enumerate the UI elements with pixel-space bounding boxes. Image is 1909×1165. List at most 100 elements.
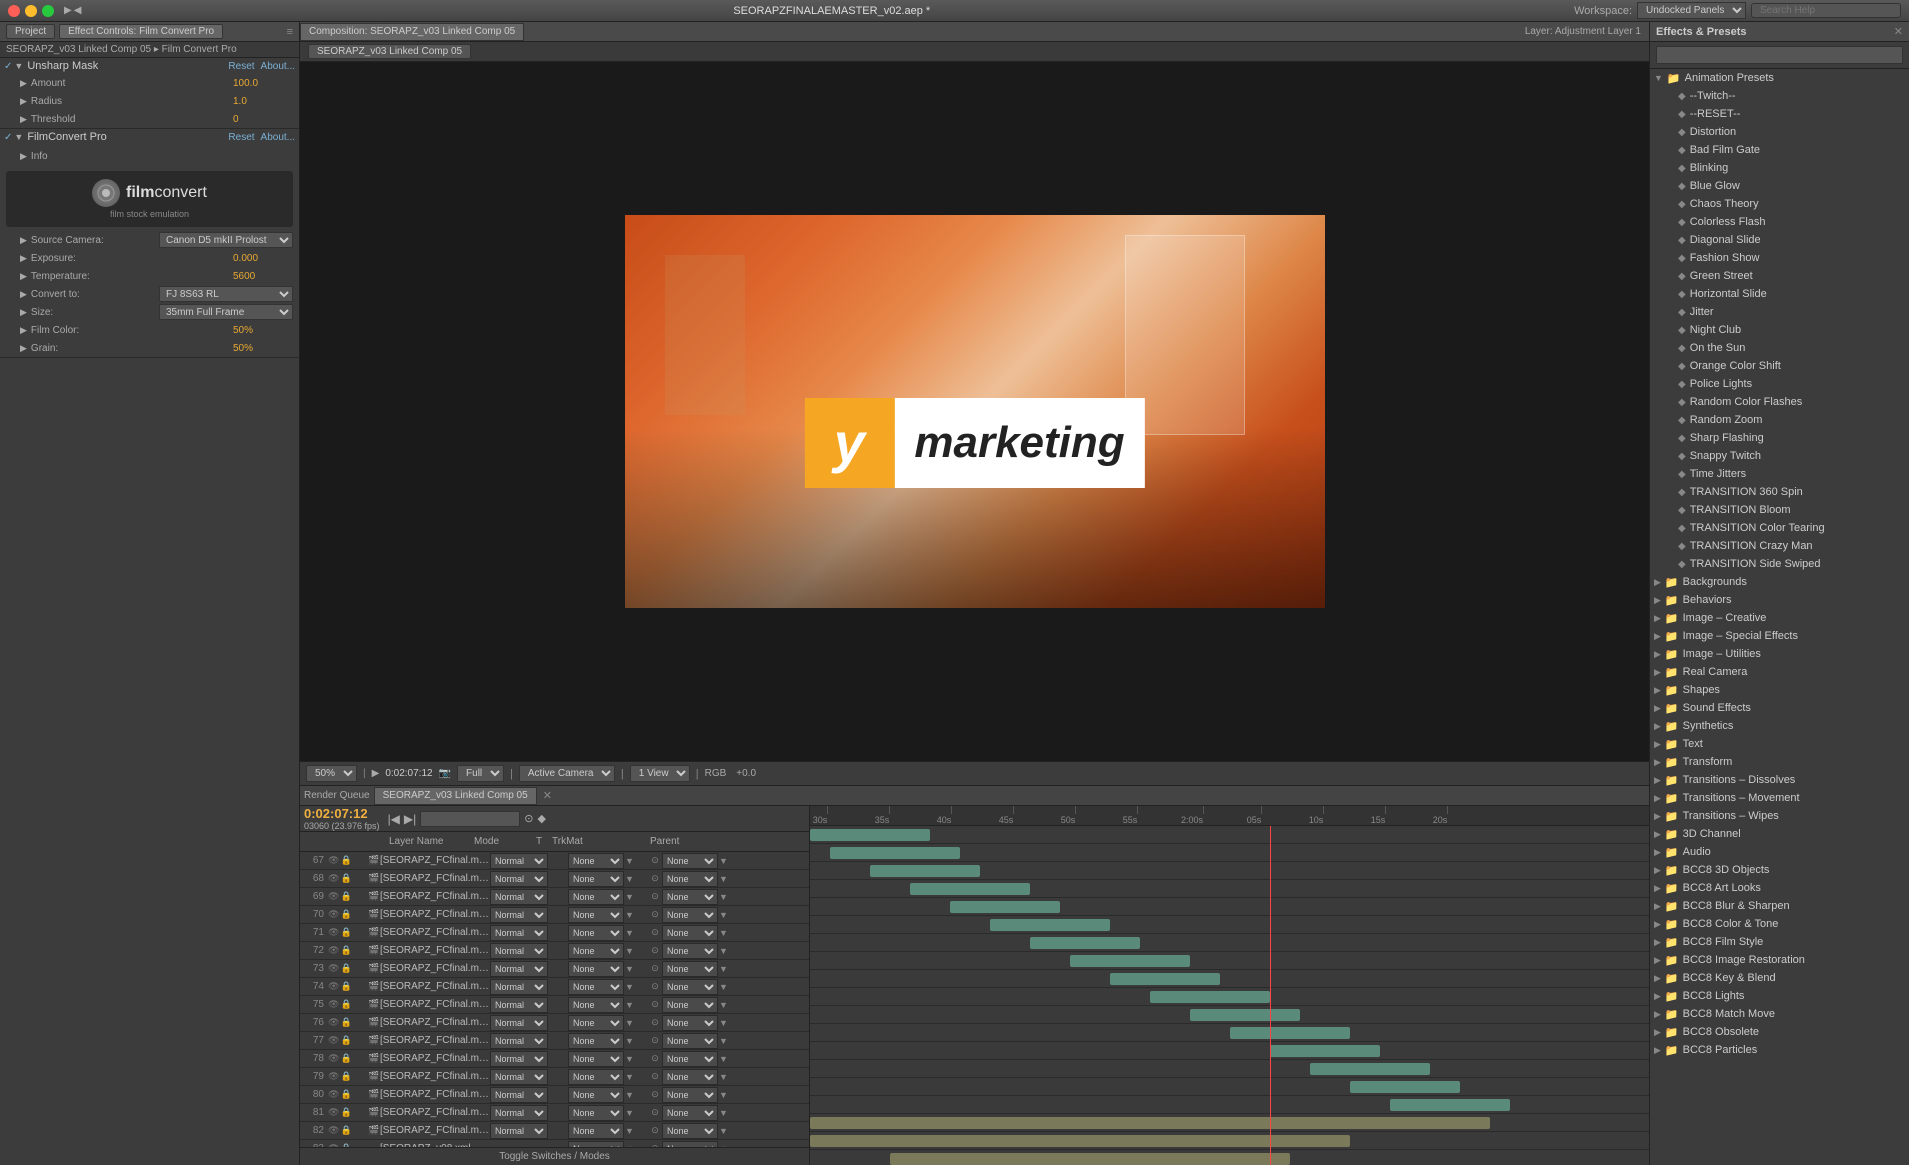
timeline-bar[interactable] [1070, 955, 1190, 967]
layer-visibility-icon[interactable]: 👁 [328, 1125, 339, 1136]
ep-folder-header[interactable]: ▶ 📁 BCC8 Blur & Sharpen [1650, 897, 1909, 915]
layer-visibility-icon[interactable]: 👁 [328, 1017, 339, 1028]
layer-lock-icon[interactable]: 🔒 [340, 855, 351, 866]
ep-item[interactable]: ◆ Jitter [1650, 303, 1909, 321]
trikmat-select[interactable]: None [568, 1087, 624, 1103]
timeline-bar[interactable] [1270, 1045, 1380, 1057]
tl-marker-button[interactable]: ◆ [538, 812, 546, 825]
timeline-bar[interactable] [810, 1117, 1490, 1129]
ep-folder-header[interactable]: ▶ 📁 Sound Effects [1650, 699, 1909, 717]
trikmat-select[interactable]: None [568, 1015, 624, 1031]
layer-visibility-icon[interactable]: 👁 [328, 945, 339, 956]
parent-select[interactable]: None [662, 1033, 718, 1049]
layer-visibility-icon[interactable]: 👁 [328, 999, 339, 1010]
parent-select[interactable]: None [662, 961, 718, 977]
layer-lock-icon[interactable]: 🔒 [340, 909, 351, 920]
timeline-bar[interactable] [1110, 973, 1220, 985]
timeline-bar[interactable] [1190, 1009, 1300, 1021]
tab-project[interactable]: Project [6, 24, 55, 39]
layer-visibility-icon[interactable]: 👁 [328, 963, 339, 974]
bar-row[interactable] [810, 844, 1649, 862]
trikmat-select[interactable]: None [568, 943, 624, 959]
mode-select[interactable]: Normal [490, 1015, 548, 1031]
timeline-bar[interactable] [1390, 1099, 1510, 1111]
ep-folder-header[interactable]: ▶ 📁 Backgrounds [1650, 573, 1909, 591]
trikmat-select[interactable]: None [568, 979, 624, 995]
parent-select[interactable]: None [662, 1087, 718, 1103]
trikmat-select[interactable]: None [568, 1123, 624, 1139]
trikmat-select[interactable]: None [568, 1105, 624, 1121]
tl-playhead[interactable] [1270, 826, 1271, 1165]
trikmat-select[interactable]: None [568, 925, 624, 941]
bar-row[interactable] [810, 970, 1649, 988]
layer-lock-icon[interactable]: 🔒 [340, 927, 351, 938]
ep-folder-header[interactable]: ▶ 📁 Behaviors [1650, 591, 1909, 609]
layer-lock-icon[interactable]: 🔒 [340, 1017, 351, 1028]
table-row[interactable]: 83 👁 🔒 ♪ [SEORAPZ_v08.xml_mixdown.wav] N… [300, 1140, 809, 1147]
layer-lock-icon[interactable]: 🔒 [340, 981, 351, 992]
about-unsharp-button[interactable]: About... [261, 61, 295, 72]
size-select[interactable]: 35mm Full Frame [159, 304, 293, 320]
ep-folder-header[interactable]: ▶ 📁 BCC8 Color & Tone [1650, 915, 1909, 933]
trikmat-select[interactable]: None [568, 1051, 624, 1067]
layer-visibility-icon[interactable]: 👁 [328, 1035, 339, 1046]
timeline-bar[interactable] [990, 919, 1110, 931]
ep-item[interactable]: ◆ Police Lights [1650, 375, 1909, 393]
tl-next-frame-button[interactable]: ▶| [404, 812, 416, 826]
ep-item[interactable]: ◆ Distortion [1650, 123, 1909, 141]
ep-folder-header[interactable]: ▶ 📁 Synthetics [1650, 717, 1909, 735]
mode-select[interactable]: Normal [490, 961, 548, 977]
ep-item[interactable]: ◆ TRANSITION 360 Spin [1650, 483, 1909, 501]
trikmat-select[interactable]: None [568, 1033, 624, 1049]
bar-row[interactable] [810, 1024, 1649, 1042]
layer-visibility-icon[interactable]: 👁 [328, 891, 339, 902]
layer-visibility-icon[interactable]: 👁 [328, 1053, 339, 1064]
mode-select[interactable]: Normal [490, 853, 548, 869]
tl-prev-frame-button[interactable]: |◀ [388, 812, 400, 826]
ep-item[interactable]: ◆ --RESET-- [1650, 105, 1909, 123]
bar-row[interactable] [810, 1114, 1649, 1132]
table-row[interactable]: 70 👁 🔒 🎬 [SEORAPZ_FCfinal.mov] Normal No… [300, 906, 809, 924]
ep-item[interactable]: ◆ Bad Film Gate [1650, 141, 1909, 159]
ep-item[interactable]: ◆ Blue Glow [1650, 177, 1909, 195]
table-row[interactable]: 75 👁 🔒 🎬 [SEORAPZ_FCfinal.mov] Normal No… [300, 996, 809, 1014]
ep-folder-header[interactable]: ▶ 📁 Shapes [1650, 681, 1909, 699]
mode-select[interactable]: Normal [490, 997, 548, 1013]
mode-select[interactable]: Normal [490, 979, 548, 995]
ep-folder-header[interactable]: ▶ 📁 BCC8 Lights [1650, 987, 1909, 1005]
table-row[interactable]: 78 👁 🔒 🎬 [SEORAPZ_FCfinal.mov] Normal No… [300, 1050, 809, 1068]
ep-item[interactable]: ◆ Horizontal Slide [1650, 285, 1909, 303]
table-row[interactable]: 69 👁 🔒 🎬 [SEORAPZ_FCfinal.mov] Normal No… [300, 888, 809, 906]
timeline-bar[interactable] [1230, 1027, 1350, 1039]
parent-select[interactable]: None [662, 997, 718, 1013]
prop-value-amount[interactable]: 100.0 [233, 78, 293, 89]
bar-row[interactable] [810, 1060, 1649, 1078]
ep-folder-header[interactable]: ▶ 📁 Image – Special Effects [1650, 627, 1909, 645]
bar-row[interactable] [810, 1042, 1649, 1060]
mode-select[interactable]: Normal [490, 1123, 548, 1139]
preview-play-button[interactable]: ▶ [372, 768, 380, 779]
timeline-bar[interactable] [810, 1135, 1350, 1147]
comp-breadcrumb-tab[interactable]: SEORAPZ_v03 Linked Comp 05 [308, 44, 471, 59]
layer-lock-icon[interactable]: 🔒 [340, 999, 351, 1010]
trikmat-select[interactable]: None [568, 889, 624, 905]
source-camera-select[interactable]: Canon D5 mkII Prolost [159, 232, 293, 248]
ep-item[interactable]: ◆ Colorless Flash [1650, 213, 1909, 231]
parent-select[interactable]: None [662, 925, 718, 941]
search-help-input[interactable] [1751, 3, 1901, 18]
ep-folder-header[interactable]: ▶ 📁 Real Camera [1650, 663, 1909, 681]
mode-select[interactable]: Normal [490, 1051, 548, 1067]
timeline-bar[interactable] [1150, 991, 1270, 1003]
ep-item[interactable]: ◆ Night Club [1650, 321, 1909, 339]
mode-select[interactable]: Normal [490, 1033, 548, 1049]
workspace-select[interactable]: Undocked Panels [1637, 2, 1746, 19]
effects-presets-close-icon[interactable]: ✕ [1894, 25, 1903, 38]
layer-visibility-icon[interactable]: 👁 [328, 981, 339, 992]
ep-folder-header[interactable]: ▶ 📁 Transform [1650, 753, 1909, 771]
trikmat-select[interactable]: None [568, 871, 624, 887]
about-filmconvert-button[interactable]: About... [261, 132, 295, 143]
ep-item[interactable]: ◆ Time Jitters [1650, 465, 1909, 483]
ep-item[interactable]: ◆ Orange Color Shift [1650, 357, 1909, 375]
mode-select[interactable]: Normal [490, 1087, 548, 1103]
layer-lock-icon[interactable]: 🔒 [340, 891, 351, 902]
